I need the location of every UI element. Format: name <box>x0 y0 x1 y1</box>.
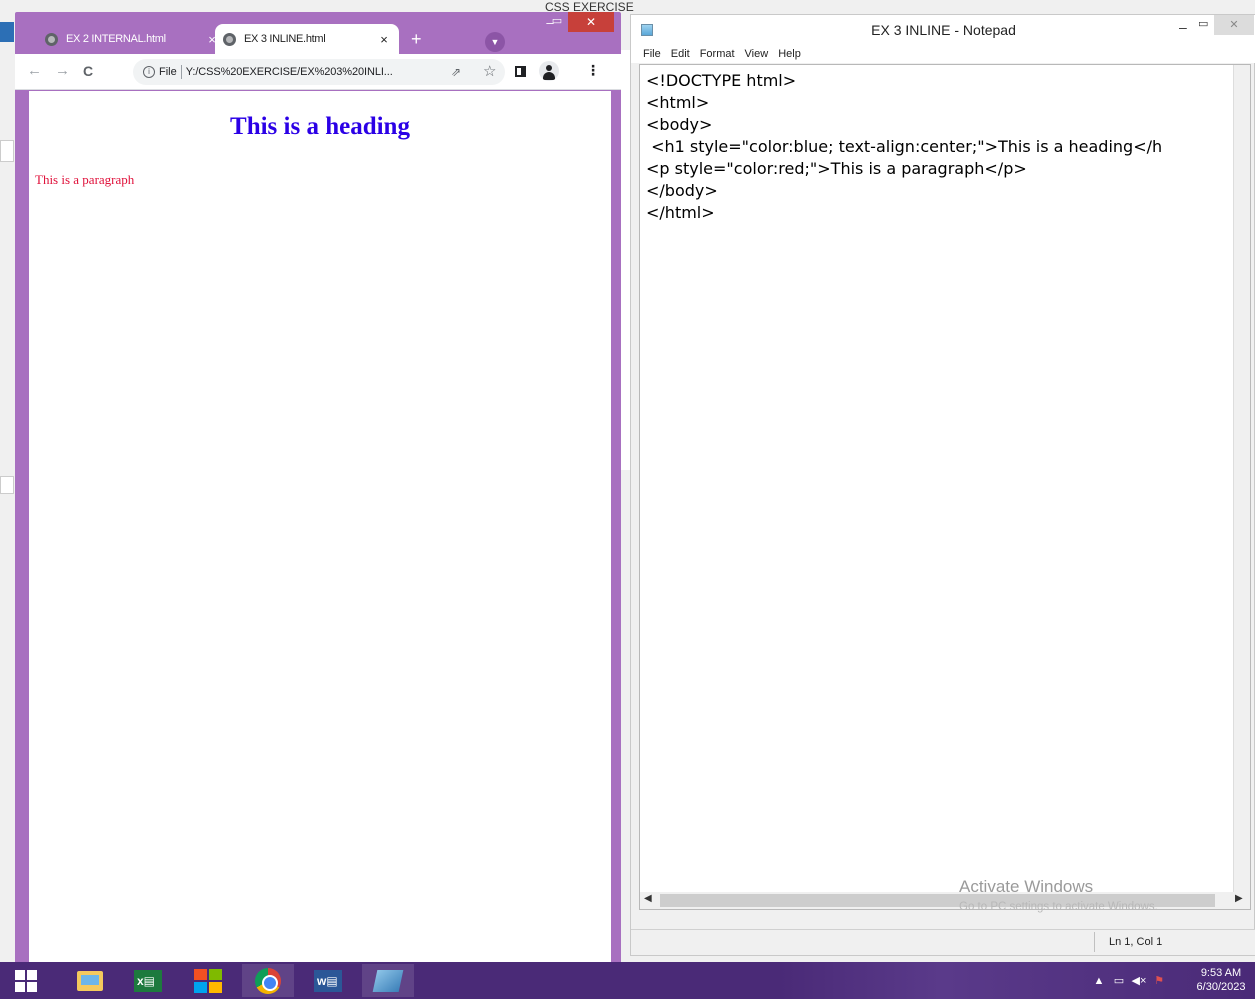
notepad-close-button[interactable]: ✕ <box>1214 15 1254 35</box>
close-tab-icon[interactable]: × <box>377 32 391 47</box>
taskbar-word[interactable]: w▤ <box>302 964 354 997</box>
horizontal-scrollbar[interactable]: ◀ ▶ <box>640 892 1250 909</box>
address-divider <box>180 65 182 79</box>
word-icon: w▤ <box>314 969 342 992</box>
taskbar-store[interactable] <box>182 964 234 997</box>
tab-ex2-internal[interactable]: EX 2 INTERNAL.html × <box>37 24 227 54</box>
notepad-text-area[interactable]: <!DOCTYPE html> <html> <body> <h1 style=… <box>639 64 1251 910</box>
menu-view[interactable]: View <box>745 45 769 63</box>
store-icon <box>194 968 222 993</box>
menu-format[interactable]: Format <box>700 45 735 63</box>
window-close-button[interactable]: ✕ <box>568 12 614 32</box>
taskbar-other-app[interactable] <box>362 964 414 997</box>
vertical-scrollbar[interactable] <box>1233 65 1250 895</box>
side-panel-icon[interactable] <box>515 66 526 77</box>
activate-windows-subtext: Go to PC settings to activate Windows. <box>959 901 1158 913</box>
excel-icon: x▤ <box>134 969 162 992</box>
clock-time: 9:53 AM <box>1200 967 1242 979</box>
background-window-strip <box>620 50 630 470</box>
new-tab-button[interactable]: + <box>411 30 422 48</box>
profile-avatar-icon[interactable] <box>539 61 559 81</box>
taskbar: x▤ w▤ ▲ ▭ ◀× ⚑ 9:53 AM 6/30/2023 <box>0 962 1255 999</box>
maximize-icon[interactable]: ▭ <box>1198 17 1208 30</box>
reload-icon[interactable]: C <box>83 62 93 80</box>
bookmark-star-icon[interactable]: ☆ <box>483 62 496 80</box>
page-paragraph: This is a paragraph <box>35 172 135 187</box>
tab-search-chevron-icon[interactable]: ▼ <box>485 32 505 52</box>
menu-edit[interactable]: Edit <box>671 45 690 63</box>
notepad-menubar: File Edit Format View Help <box>631 45 1255 63</box>
cursor-position: Ln 1, Col 1 <box>1109 936 1163 948</box>
globe-icon <box>223 32 236 46</box>
menu-file[interactable]: File <box>643 45 661 63</box>
volume-muted-icon[interactable]: ◀× <box>1130 974 1148 987</box>
tray-expand-icon[interactable]: ▲ <box>1090 975 1108 987</box>
tab-strip: EX 2 INTERNAL.html × EX 3 INLINE.html × … <box>15 12 621 54</box>
file-scheme-label: File <box>159 66 177 78</box>
chrome-window: EX 2 INTERNAL.html × EX 3 INLINE.html × … <box>15 12 621 970</box>
background-window-edge <box>0 22 14 42</box>
tab-title: EX 2 INTERNAL.html <box>66 33 166 45</box>
browser-toolbar: ← → C i File Y:/CSS%20EXERCISE/EX%203%20… <box>15 54 621 90</box>
tab-ex3-inline[interactable]: EX 3 INLINE.html × <box>215 24 399 54</box>
maximize-icon[interactable]: ▭ <box>546 14 568 27</box>
start-button[interactable] <box>4 964 48 997</box>
url-text[interactable]: Y:/CSS%20EXERCISE/EX%203%20INLI... <box>186 66 393 78</box>
notepad-statusbar: Ln 1, Col 1 <box>631 929 1255 955</box>
background-panel <box>0 140 14 162</box>
info-icon[interactable]: i <box>143 66 155 78</box>
notepad-content[interactable]: <!DOCTYPE html> <html> <body> <h1 style=… <box>646 70 1162 224</box>
tab-title: EX 3 INLINE.html <box>244 33 326 45</box>
system-tray: ▲ ▭ ◀× ⚑ <box>1090 962 1170 999</box>
globe-icon <box>45 32 58 46</box>
forward-arrow-icon[interactable]: → <box>55 62 70 80</box>
notepad-window: EX 3 INLINE - Notepad – ▭ ✕ File Edit Fo… <box>630 14 1255 956</box>
activate-windows-watermark: Activate Windows <box>959 877 1094 896</box>
taskbar-chrome[interactable] <box>242 964 294 997</box>
clock[interactable]: 9:53 AM 6/30/2023 <box>1190 966 1252 994</box>
taskbar-excel[interactable]: x▤ <box>122 964 174 997</box>
scroll-left-icon[interactable]: ◀ <box>644 893 652 904</box>
other-app-icon <box>372 969 404 992</box>
share-icon[interactable]: ⇗ <box>451 65 461 79</box>
status-divider <box>1094 932 1095 952</box>
background-panel <box>0 476 14 494</box>
notepad-titlebar: EX 3 INLINE - Notepad – ▭ ✕ <box>631 15 1255 45</box>
file-explorer-icon <box>77 970 103 991</box>
network-icon[interactable]: ▭ <box>1110 974 1128 987</box>
kebab-menu-icon[interactable]: ⋮ <box>586 63 600 77</box>
notepad-title: EX 3 INLINE - Notepad <box>871 22 1016 38</box>
back-arrow-icon[interactable]: ← <box>27 62 42 80</box>
address-bar[interactable]: i File Y:/CSS%20EXERCISE/EX%203%20INLI..… <box>133 59 505 85</box>
scroll-right-icon[interactable]: ▶ <box>1235 893 1243 904</box>
page-viewport: This is a heading This is a paragraph <box>29 91 611 963</box>
clock-date: 6/30/2023 <box>1196 981 1246 993</box>
minimize-icon[interactable]: – <box>1179 19 1187 35</box>
chrome-icon <box>255 967 281 994</box>
start-icon <box>15 969 37 992</box>
action-center-flag-icon[interactable]: ⚑ <box>1150 974 1168 987</box>
page-heading: This is a heading <box>230 113 410 140</box>
menu-help[interactable]: Help <box>778 45 801 63</box>
taskbar-file-explorer[interactable] <box>64 964 116 997</box>
